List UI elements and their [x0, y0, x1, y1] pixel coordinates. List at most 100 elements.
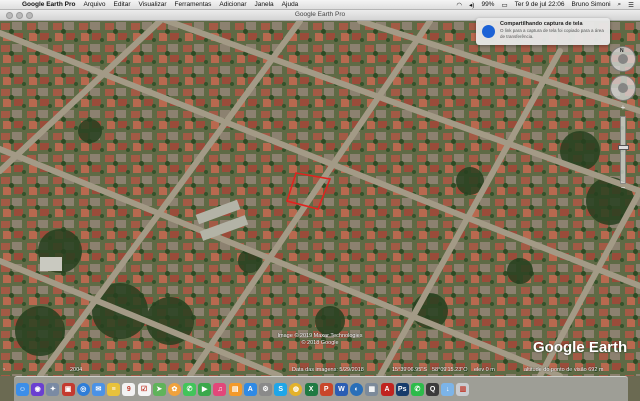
spotlight-icon[interactable]: ⌕	[618, 1, 622, 9]
photos-glyph: ✿	[171, 385, 178, 393]
copyright-line-1: Image © 2019 Maxar Technologies	[277, 333, 363, 339]
system-preferences-icon[interactable]: ⚙	[259, 382, 272, 396]
notes-glyph: ≡	[111, 385, 116, 393]
excel-icon[interactable]: X	[304, 382, 318, 396]
excel-glyph: X	[308, 385, 314, 393]
quicktime-icon[interactable]: Q	[426, 382, 440, 396]
notification-title: Compartilhando captura de tela	[500, 21, 583, 27]
powerpoint-icon[interactable]: P	[319, 382, 333, 396]
volume-icon[interactable]: ◂)	[469, 1, 474, 9]
photos-icon[interactable]: ✿	[167, 382, 181, 396]
copyright-line-2: © 2018 Google	[301, 339, 339, 346]
maps-icon[interactable]: ➤	[152, 382, 166, 396]
photoshop-glyph: Ps	[397, 385, 407, 393]
safari-icon[interactable]: ◎	[76, 382, 90, 396]
menu-ajuda[interactable]: Ajuda	[282, 1, 299, 8]
mail-glyph: ✉	[95, 385, 102, 393]
preview-glyph: ▦	[368, 385, 376, 393]
trash-glyph: ▥	[459, 385, 467, 393]
quicktime-glyph: Q	[429, 385, 436, 393]
messages-glyph: ✆	[186, 385, 193, 393]
skype-icon[interactable]: S	[274, 382, 288, 396]
menu-adicionar[interactable]: Adicionar	[219, 1, 246, 8]
app-store-icon[interactable]: A	[243, 382, 257, 396]
launchpad-icon[interactable]: ✦	[46, 382, 60, 396]
app-store-glyph: A	[247, 385, 253, 393]
facetime-icon[interactable]: ▶	[198, 382, 212, 396]
menu-ferramentas[interactable]: Ferramentas	[175, 1, 212, 8]
imagery-year[interactable]: 2004	[70, 367, 82, 373]
google-earth-icon[interactable]: ◐	[350, 382, 364, 396]
menu-clock[interactable]: Ter 9 de jul 22:06	[515, 1, 565, 8]
ibooks-glyph: ▤	[231, 385, 239, 393]
downloads-folder-glyph: ↓	[446, 385, 450, 393]
historical-imagery-icon[interactable]: ◔	[2, 367, 5, 373]
window-title: Google Earth Pro	[294, 11, 346, 18]
chrome-icon[interactable]: ◍	[289, 382, 303, 396]
menu-arquivo[interactable]: Arquivo	[83, 1, 105, 8]
status-bar: ◔ 2004 Data das imagens: 5/29/2018 15°39…	[0, 366, 640, 375]
latitude: 15°39'06.95"S	[392, 367, 427, 373]
menu-editar[interactable]: Editar	[114, 1, 131, 8]
reminders-icon[interactable]: ☑	[137, 382, 151, 396]
zoom-slider[interactable]	[618, 116, 629, 184]
siri-glyph: ◉	[34, 385, 41, 393]
trash-icon[interactable]: ▥	[456, 382, 470, 396]
photo-booth-icon[interactable]: ▣	[61, 382, 75, 396]
preview-icon[interactable]: ▦	[365, 382, 379, 396]
screen-capture-icon	[482, 25, 495, 38]
elevation: elev 0 m	[474, 367, 495, 373]
longitude: 58°09'15.23"O	[432, 367, 468, 373]
move-joystick[interactable]	[610, 75, 636, 101]
battery-icon[interactable]: ▭	[501, 1, 507, 9]
zoom-in-button[interactable]: +	[610, 104, 636, 112]
menu-bar: Google Earth Pro Arquivo Editar Visualiz…	[0, 0, 640, 10]
notes-icon[interactable]: ≡	[107, 382, 121, 396]
word-glyph: W	[338, 385, 345, 393]
notification-body: O link para a captura de tela foi copiad…	[500, 28, 604, 39]
photo-booth-glyph: ▣	[64, 385, 72, 393]
google-earth-glyph: ◐	[354, 385, 359, 393]
photoshop-icon[interactable]: Ps	[395, 382, 409, 396]
launchpad-glyph: ✦	[49, 385, 56, 393]
calendar-icon[interactable]: 9	[122, 382, 136, 396]
menu-janela[interactable]: Janela	[255, 1, 274, 8]
look-center-icon[interactable]	[618, 54, 628, 64]
ibooks-icon[interactable]: ▤	[228, 382, 242, 396]
look-joystick[interactable]: N	[610, 46, 636, 72]
map-viewport[interactable]	[0, 21, 640, 376]
word-icon[interactable]: W	[334, 382, 348, 396]
downloads-folder-icon[interactable]: ↓	[441, 382, 455, 396]
menu-visualizar[interactable]: Visualizar	[138, 1, 166, 8]
navigation-controls: N + −	[610, 46, 636, 192]
zoom-out-button[interactable]: −	[610, 184, 636, 192]
acrobat-glyph: A	[384, 385, 390, 393]
itunes-glyph: ♫	[217, 385, 223, 393]
reminders-glyph: ☑	[140, 385, 148, 393]
battery-percent[interactable]: 99%	[481, 1, 494, 8]
itunes-icon[interactable]: ♫	[213, 382, 227, 396]
safari-glyph: ◎	[80, 385, 87, 393]
siri-icon[interactable]: ◉	[31, 382, 45, 396]
zoom-slider-handle[interactable]	[618, 145, 629, 150]
skype-glyph: S	[278, 385, 284, 393]
chrome-glyph: ◍	[292, 385, 299, 393]
user-name[interactable]: Bruno Simoni	[572, 1, 611, 8]
finder-icon[interactable]: ☺	[16, 382, 29, 396]
messages-icon[interactable]: ✆	[183, 382, 197, 396]
notification-center-icon[interactable]: ☰	[628, 1, 634, 9]
satellite-imagery[interactable]	[0, 21, 640, 376]
dock: ☺ ◉ ✦ ▣ ◎ ✉ ≡ 9 ☑ ➤ ✿ ✆ ▶ ♫ ▤ A ⚙ S ◍ X P W ◐ ▦ A Ps ✆ Q ↓ ▥	[14, 376, 628, 401]
move-center-icon[interactable]	[618, 83, 628, 93]
finder-glyph: ☺	[18, 385, 27, 393]
facetime-glyph: ▶	[202, 385, 208, 393]
whatsapp-icon[interactable]: ✆	[410, 382, 424, 396]
acrobat-icon[interactable]: A	[380, 382, 394, 396]
imagery-date: Data das imagens: 5/29/2018	[292, 367, 364, 373]
menu-app-name[interactable]: Google Earth Pro	[22, 1, 75, 8]
wifi-icon[interactable]: ◠	[456, 1, 462, 9]
notification-banner[interactable]: Compartilhando captura de tela O link pa…	[476, 18, 610, 45]
mail-icon[interactable]: ✉	[91, 382, 105, 396]
maps-glyph: ➤	[156, 385, 163, 393]
google-earth-logo: Google Earth	[533, 339, 628, 356]
